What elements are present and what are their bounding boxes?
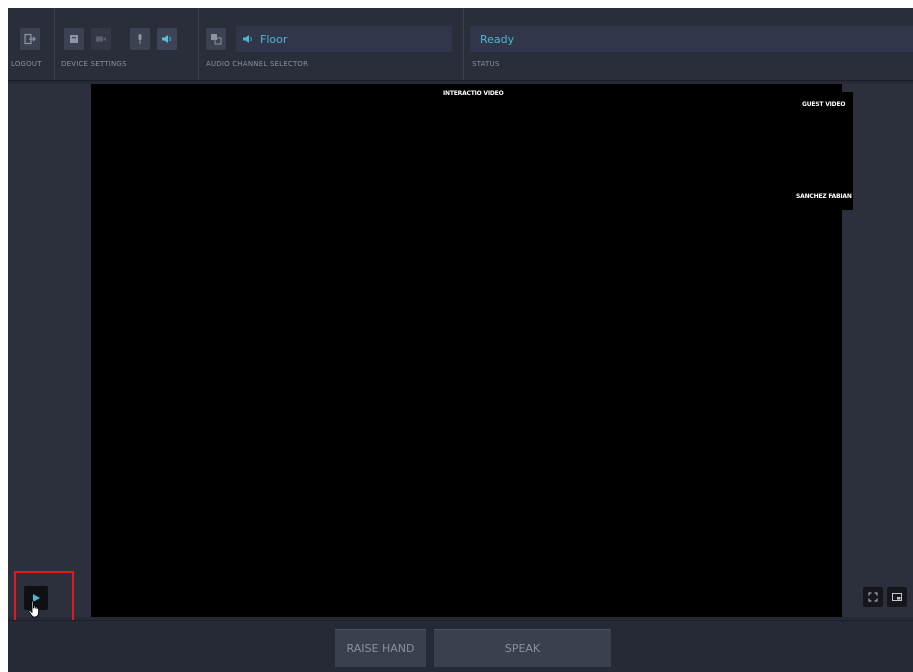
status-value: Ready [480,32,515,46]
logout-label: LOGOUT [11,60,42,68]
speaker-icon [162,35,171,43]
logout-group: LOGOUT [8,8,55,80]
fullscreen-button[interactable] [863,587,883,607]
camera-button[interactable] [91,28,111,50]
highlight-box [14,571,74,624]
device-settings-button[interactable] [64,28,84,50]
guest-video-panel: GUEST VIDEO SANCHEZ FABIAN [766,92,853,210]
logout-button[interactable] [20,28,40,50]
speaker-icon [243,35,252,43]
language-button[interactable] [206,28,226,50]
speaker-button[interactable] [157,28,177,50]
device-settings-label: DEVICE SETTINGS [61,60,127,68]
device-settings-group: DEVICE SETTINGS [54,8,199,80]
app-window: LOGOUT DEVICE SETTINGS AUDIO CHANNEL SEL… [8,8,913,672]
microphone-button[interactable] [130,28,150,50]
camera-icon [96,36,106,42]
guest-video-label: GUEST VIDEO [802,101,846,108]
left-panel [8,84,91,617]
audio-channel-label: AUDIO CHANNEL SELECTOR [206,60,309,68]
top-toolbar: LOGOUT DEVICE SETTINGS AUDIO CHANNEL SEL… [8,8,913,81]
microphone-icon [138,34,142,44]
speak-button[interactable]: SPEAK [434,629,611,667]
raise-hand-button[interactable]: RAISE HAND [335,629,426,667]
picture-in-picture-button[interactable] [887,587,907,607]
main-video-area: INTERACTIO VIDEO [91,84,842,617]
language-icon [211,34,222,45]
main-video-label: INTERACTIO VIDEO [443,90,504,97]
fullscreen-icon [868,592,878,602]
participant-name: SANCHEZ FABIAN [796,193,852,200]
logout-icon [24,33,36,45]
status-label: STATUS [472,60,500,68]
status-display: Ready [470,26,913,52]
video-controls [863,587,907,607]
audio-channel-select[interactable]: Floor [236,26,452,52]
bottom-action-bar: RAISE HAND SPEAK [8,620,913,672]
device-settings-icon [70,35,78,43]
audio-channel-value: Floor [260,32,288,46]
picture-in-picture-icon [892,593,902,601]
